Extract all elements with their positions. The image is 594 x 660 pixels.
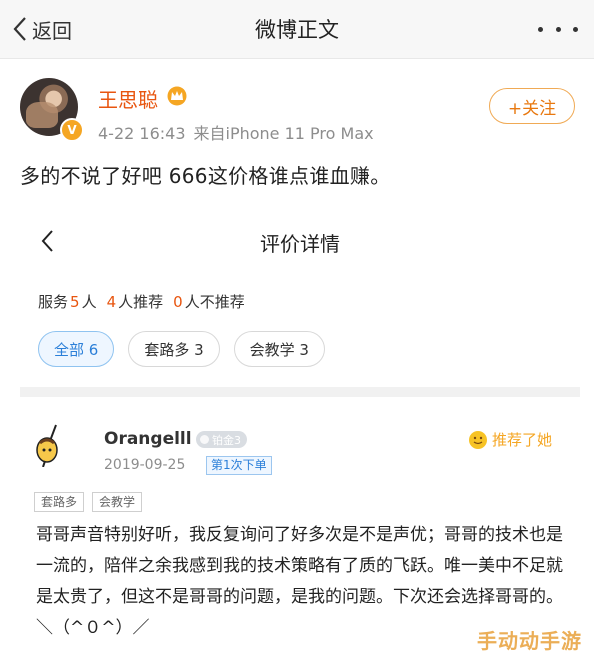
more-dot-icon [538, 26, 543, 32]
review-date: 2019-09-25 [104, 457, 186, 473]
avatar[interactable]: V [20, 78, 84, 142]
review-detail-panel: 评价详情 服务 5 人 4 人推荐 0 人不推荐 全部 6 套路多 3 会教学 3 Oran… [20, 205, 580, 660]
reviewer-name[interactable]: Orangelll [104, 429, 192, 449]
level-badge: 铂金3 [196, 431, 247, 448]
post-username[interactable]: 王思聪 [98, 84, 158, 113]
post-time: 4-22 16:43 [98, 124, 186, 143]
level-label: 铂金3 [212, 433, 241, 447]
filter-teaching-chip[interactable]: 会教学 3 [233, 331, 325, 367]
post-meta: 4-22 16:43 来自iPhone 11 Pro Max [98, 120, 374, 144]
review-tags: 套路多 会教学 [34, 492, 143, 512]
recommend-label: 人推荐 [118, 293, 164, 311]
smile-icon [468, 430, 487, 449]
review-item: Orangelll 铂金3 推荐了她 2019-09-25 第1次下单 套路多 … [20, 405, 580, 660]
page-title: 微博正文 [255, 18, 339, 42]
post-text: 多的不说了好吧 666这价格谁点谁血赚。 [20, 164, 391, 188]
more-dot-icon [555, 26, 561, 32]
review-stats: 服务 5 人 4 人推荐 0 人不推荐 [38, 291, 245, 312]
review-title: 评价详情 [260, 232, 340, 256]
review-tag: 套路多 [34, 492, 85, 512]
crown-icon [166, 86, 188, 110]
more-options-button[interactable] [538, 16, 578, 42]
service-label: 服务 [38, 293, 69, 311]
more-dot-icon [573, 26, 578, 32]
not-recommend-count: 0 [173, 293, 183, 311]
post-header: V 王思聪 4-22 16:43 来自iPhone 11 Pro Max +关注 [0, 58, 594, 150]
service-unit: 人 [81, 293, 97, 311]
filter-routine-chip[interactable]: 套路多 3 [128, 331, 220, 367]
watermark: 手动动手游 [477, 629, 582, 653]
service-count: 5 [70, 293, 80, 311]
post-source: 来自iPhone 11 Pro Max [193, 124, 374, 143]
verified-badge-icon: V [60, 118, 84, 142]
not-recommend-label: 人不推荐 [184, 293, 245, 311]
filter-all-chip[interactable]: 全部 6 [38, 331, 115, 367]
avatar-figure [26, 102, 58, 128]
recommend-count: 4 [106, 293, 117, 311]
review-filter-bar: 全部 6 套路多 3 会教学 3 [38, 331, 325, 367]
review-header: 评价详情 [20, 205, 580, 277]
popsicle-avatar-icon[interactable] [32, 423, 72, 471]
recommend-status: 推荐了她 [468, 429, 552, 450]
order-count-badge: 第1次下单 [206, 456, 272, 475]
section-divider [20, 387, 580, 397]
level-badge-icon [200, 435, 209, 444]
review-tag: 会教学 [92, 492, 143, 512]
top-nav-bar: 返回 微博正文 [0, 0, 594, 59]
recommend-label: 推荐了她 [491, 431, 552, 449]
follow-button[interactable]: +关注 [489, 88, 575, 124]
